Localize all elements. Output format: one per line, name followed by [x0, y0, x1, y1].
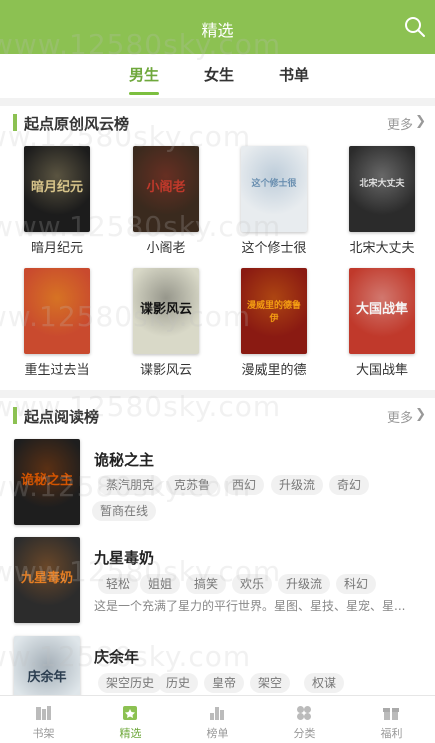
genre-tag[interactable]: 升级流 [278, 574, 331, 594]
chevron-right-icon[interactable]: ❯ [415, 114, 426, 129]
genre-tag[interactable]: 姐姐 [140, 574, 181, 594]
cover-art [349, 146, 415, 232]
cover-title-text: 小阁老 [146, 180, 186, 195]
genre-tag[interactable]: 奇幻 [329, 475, 370, 495]
book-title[interactable]: 北宋大丈夫 [328, 237, 435, 256]
reading-more-link[interactable]: 更多 [387, 407, 413, 426]
cover-title-text: 九星毒奶 [20, 571, 73, 586]
ranking-section-header: 起点原创风云榜 更多 ❯ [0, 109, 435, 139]
ranking-more-link[interactable]: 更多 [387, 114, 413, 133]
section-accent-bar [13, 407, 17, 424]
genre-tag[interactable]: 西幻 [224, 475, 265, 495]
book-cover[interactable]: 大国战隼 [349, 268, 415, 354]
genre-tag[interactable]: 升级流 [271, 475, 324, 495]
cover-art [24, 268, 90, 354]
book-cover[interactable]: 九星毒奶 [14, 537, 80, 623]
ranking-section-title: 起点原创风云榜 [24, 115, 130, 133]
nav-label: 福利 [380, 727, 403, 740]
genre-tag[interactable]: 科幻 [336, 574, 377, 594]
nav-item-chart[interactable]: 榜单 [174, 696, 261, 743]
featured-icon [123, 706, 137, 720]
bookshelf-icon [36, 706, 51, 720]
cover-art [241, 146, 307, 232]
nav-item-featured[interactable]: 精选 [87, 696, 174, 743]
nav-item-gift[interactable]: 福利 [348, 696, 435, 743]
nav-item-bookshelf[interactable]: 书架 [0, 696, 87, 743]
tab-booklist[interactable]: 书单 [279, 64, 309, 85]
book-title[interactable]: 重生过去当 [3, 359, 111, 378]
section-divider [0, 98, 435, 106]
book-cover[interactable] [24, 268, 90, 354]
active-tab-indicator [129, 92, 159, 95]
genre-tag[interactable]: 搞笑 [186, 574, 227, 594]
genre-tag[interactable]: 蒸汽朋克 [98, 475, 163, 495]
chevron-right-icon[interactable]: ❯ [415, 407, 426, 422]
book-cover[interactable]: 漫威里的德鲁伊 [241, 268, 307, 354]
cover-title-text: 暗月纪元 [30, 180, 83, 195]
book-title[interactable]: 小阁老 [112, 237, 220, 256]
book-title[interactable]: 谍影风云 [112, 359, 220, 378]
genre-tag[interactable]: 历史 [158, 673, 199, 693]
book-cover[interactable]: 这个修士很 [241, 146, 307, 232]
book-title[interactable]: 暗月纪元 [3, 237, 111, 256]
book-cover[interactable]: 小阁老 [133, 146, 199, 232]
genre-tag[interactable]: 架空 [250, 673, 291, 693]
nav-label: 书架 [32, 727, 55, 740]
genre-tag[interactable]: 权谋 [304, 673, 345, 693]
gift-icon [383, 708, 399, 720]
page-title: 精选 [201, 21, 234, 40]
tab-female[interactable]: 女生 [204, 64, 234, 85]
bottom-navigation: 书架 精选 榜单 分类 福利 [0, 695, 435, 743]
reading-section-header: 起点阅读榜 更多 ❯ [0, 402, 435, 432]
book-cover[interactable]: 诡秘之主 [14, 439, 80, 525]
book-title[interactable]: 九星毒奶 [94, 547, 154, 568]
nav-label: 分类 [293, 727, 316, 740]
nav-label: 精选 [119, 727, 142, 740]
cover-title-text: 这个修士很 [251, 179, 297, 189]
chart-icon [210, 707, 224, 720]
book-title[interactable]: 庆余年 [94, 646, 139, 667]
genre-tag[interactable]: 架空历史 [98, 673, 163, 693]
book-cover[interactable]: 谍影风云 [133, 268, 199, 354]
genre-tag[interactable]: 轻松 [98, 574, 139, 594]
genre-tag[interactable]: 克苏鲁 [166, 475, 219, 495]
cover-title-text: 诡秘之主 [20, 473, 73, 488]
book-title[interactable]: 大国战隼 [328, 359, 435, 378]
genre-tag[interactable]: 暂商在线 [92, 501, 157, 521]
tab-male[interactable]: 男生 [129, 64, 159, 85]
genre-tag[interactable]: 皇帝 [204, 673, 245, 693]
book-title[interactable]: 这个修士很 [220, 237, 328, 256]
reading-section-title: 起点阅读榜 [24, 408, 100, 426]
nav-item-category[interactable]: 分类 [261, 696, 348, 743]
book-cover[interactable]: 暗月纪元 [24, 146, 90, 232]
cover-title-text: 庆余年 [27, 670, 67, 685]
book-title[interactable]: 诡秘之主 [94, 449, 154, 470]
book-title[interactable]: 漫威里的德 [220, 359, 328, 378]
section-divider [0, 390, 435, 398]
top-app-bar: 精选 [0, 0, 435, 54]
section-accent-bar [13, 114, 17, 131]
cover-title-text: 北宋大丈夫 [359, 179, 405, 189]
nav-label: 榜单 [206, 727, 229, 740]
cover-title-text: 大国战隼 [355, 302, 408, 317]
search-icon[interactable] [403, 15, 427, 39]
category-icon [297, 706, 311, 720]
book-description: 这是一个充满了星力的平行世界。星图、星技、星宠、星... [94, 599, 406, 613]
gender-tabs: 男生 女生 书单 [0, 54, 435, 98]
cover-title-text: 漫威里的德鲁伊 [246, 301, 301, 324]
cover-title-text: 谍影风云 [139, 302, 192, 317]
book-cover[interactable]: 北宋大丈夫 [349, 146, 415, 232]
genre-tag[interactable]: 欢乐 [232, 574, 273, 594]
